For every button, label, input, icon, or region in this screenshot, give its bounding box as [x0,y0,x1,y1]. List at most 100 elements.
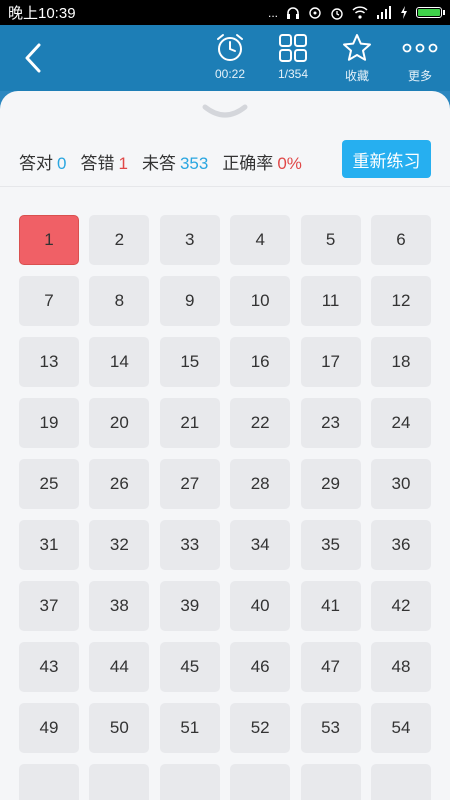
question-cell[interactable] [89,764,150,800]
question-cell-25[interactable]: 25 [19,459,79,509]
question-cell-50[interactable]: 50 [89,703,150,753]
question-cell-27[interactable]: 27 [159,459,220,509]
sync-icon [309,6,321,19]
question-cell-1[interactable]: 1 [19,215,79,265]
question-cell-54[interactable]: 54 [370,703,431,753]
question-cell-34[interactable]: 34 [230,520,291,570]
status-icons: ... [268,6,445,20]
question-cell-44[interactable]: 44 [89,642,150,692]
question-cell-46[interactable]: 46 [230,642,291,692]
question-cell-20[interactable]: 20 [89,398,150,448]
question-cell-3[interactable]: 3 [159,215,220,265]
stat-unanswered-label: 未答 [141,154,176,173]
favorite-label: 收藏 [344,69,369,83]
stat-accuracy-value: 0% [277,154,302,173]
status-time: 晚上10:39 [8,5,76,22]
question-cell-8[interactable]: 8 [89,276,150,326]
question-cell-41[interactable]: 41 [300,581,361,631]
question-cell-28[interactable]: 28 [230,459,291,509]
question-cell-40[interactable]: 40 [230,581,291,631]
collapse-handle-icon[interactable] [202,103,248,121]
question-grid: 1 2 3 4 5 6 7 8 9 10 11 12 13 14 15 16 17 18 19 20 21 22 23 24 2… [19,215,431,800]
stat-accuracy: 正确率 0% [222,149,302,174]
question-cell-4[interactable]: 4 [230,215,291,265]
stat-accuracy-label: 正确率 [222,154,274,173]
question-cell-29[interactable]: 29 [300,459,361,509]
more-dots-icon [402,43,438,53]
signal-icon [377,6,391,19]
timer-button[interactable]: 00:22 [200,31,260,87]
timer-label: 00:22 [214,67,246,81]
question-cell-53[interactable]: 53 [300,703,361,753]
question-cell-47[interactable]: 47 [300,642,361,692]
stat-correct: 答对 0 [19,149,66,174]
battery-icon [416,7,445,18]
question-cell-11[interactable]: 11 [300,276,361,326]
progress-label: 1/354 [277,67,309,81]
question-cell-6[interactable]: 6 [370,215,431,265]
question-cell-13[interactable]: 13 [19,337,79,387]
question-cell-10[interactable]: 10 [230,276,291,326]
question-cell-9[interactable]: 9 [159,276,220,326]
question-cell-26[interactable]: 26 [89,459,150,509]
question-cell-14[interactable]: 14 [89,337,150,387]
question-cell-12[interactable]: 12 [370,276,431,326]
stat-unanswered: 未答 353 [142,149,208,174]
question-cell-52[interactable]: 52 [230,703,291,753]
stat-wrong-value: 1 [118,154,128,173]
question-cell-35[interactable]: 35 [300,520,361,570]
chevron-left-icon [25,43,41,73]
question-cell-38[interactable]: 38 [89,581,150,631]
answer-sheet-panel: 答对 0 答错 1 未答 353 正确率 0% 重新练习 1 2 3 4 5 6 7 8 9 10 11 12… [0,91,450,800]
question-cell-21[interactable]: 21 [159,398,220,448]
more-label: 更多 [407,69,432,83]
wifi-icon [352,6,368,19]
question-cell-30[interactable]: 30 [370,459,431,509]
grid-icon [279,34,307,62]
question-cell-5[interactable]: 5 [300,215,361,265]
stat-correct-label: 答对 [19,154,53,173]
restart-practice-button[interactable]: 重新练习 [342,140,431,178]
star-icon [343,34,371,61]
question-index-button[interactable]: 1/354 [263,31,323,87]
question-cell-49[interactable]: 49 [19,703,79,753]
stat-wrong-label: 答错 [80,154,115,173]
question-cell[interactable] [19,764,79,800]
charging-icon [401,6,407,19]
question-cell[interactable] [300,764,361,800]
stat-correct-value: 0 [57,154,67,173]
question-cell-7[interactable]: 7 [19,276,79,326]
app-bar: 00:22 1/354 收藏 更多 [0,25,450,91]
question-cell[interactable] [159,764,220,800]
more-button[interactable]: 更多 [390,31,450,87]
stat-unanswered-value: 353 [179,154,209,173]
headphones-icon [287,6,299,19]
question-cell-22[interactable]: 22 [230,398,291,448]
question-cell-2[interactable]: 2 [89,215,150,265]
alarm-clock-icon [217,34,243,61]
alarm-icon [331,7,343,20]
question-cell-42[interactable]: 42 [370,581,431,631]
question-cell-18[interactable]: 18 [370,337,431,387]
question-cell-45[interactable]: 45 [159,642,220,692]
question-cell-33[interactable]: 33 [159,520,220,570]
question-cell-23[interactable]: 23 [300,398,361,448]
question-cell-16[interactable]: 16 [230,337,291,387]
question-cell-19[interactable]: 19 [19,398,79,448]
question-cell-36[interactable]: 36 [370,520,431,570]
question-cell-32[interactable]: 32 [89,520,150,570]
question-cell-17[interactable]: 17 [300,337,361,387]
question-cell-43[interactable]: 43 [19,642,79,692]
status-bar: 晚上10:39 ... [0,0,450,25]
question-cell-48[interactable]: 48 [370,642,431,692]
back-button[interactable] [18,43,48,73]
question-cell[interactable] [370,764,431,800]
favorite-button[interactable]: 收藏 [327,31,387,87]
question-cell-31[interactable]: 31 [19,520,79,570]
question-cell-37[interactable]: 37 [19,581,79,631]
question-cell-15[interactable]: 15 [159,337,220,387]
question-cell-24[interactable]: 24 [370,398,431,448]
question-cell-39[interactable]: 39 [159,581,220,631]
question-cell-51[interactable]: 51 [159,703,220,753]
question-cell[interactable] [230,764,291,800]
